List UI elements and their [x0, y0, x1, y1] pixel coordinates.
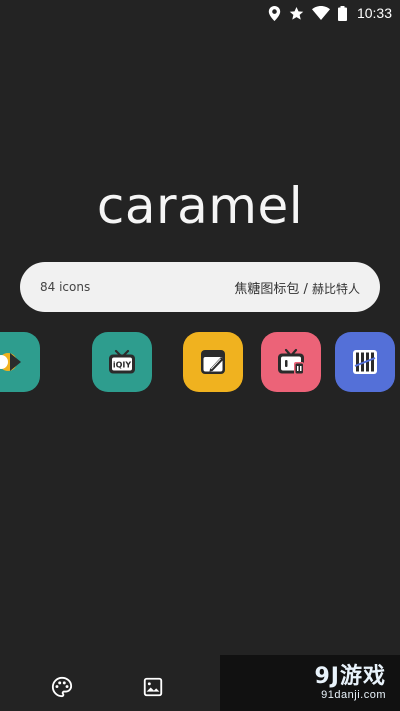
bilibili-tv-icon[interactable]	[261, 332, 321, 392]
iqiyi-tv-icon[interactable]: iQIY	[92, 332, 152, 392]
image-icon[interactable]	[141, 675, 165, 699]
icon-carousel[interactable]: iQIY	[0, 332, 400, 392]
overlap-app-icon[interactable]	[0, 332, 40, 392]
battery-icon	[337, 5, 347, 21]
page-title: caramel	[96, 177, 304, 235]
wifi-icon	[311, 6, 330, 20]
icon-count-label: 84 icons	[40, 280, 91, 294]
watermark-main: 9J游戏	[314, 664, 386, 689]
palette-icon[interactable]	[50, 675, 74, 699]
notes-edit-icon[interactable]	[183, 332, 243, 392]
location-icon	[268, 5, 281, 21]
info-pill[interactable]: 84 icons 焦糖图标包 / 赫比特人	[20, 262, 380, 312]
svg-text:iQIY: iQIY	[113, 361, 132, 370]
bar-chart-app-icon[interactable]	[335, 332, 395, 392]
watermark-sub: 91danji.com	[321, 689, 386, 701]
watermark-logo: 9J游戏 91danji.com	[220, 655, 400, 711]
pack-title: 焦糖图标包 /	[234, 281, 312, 297]
status-time: 10:33	[356, 5, 392, 21]
star-icon	[289, 6, 304, 21]
author-name: 赫比特人	[311, 281, 360, 296]
app-screen: 10:33 caramel 84 icons 焦糖图标包 / 赫比特人 iQIY	[0, 0, 400, 711]
pack-name-label: 焦糖图标包 / 赫比特人	[234, 278, 360, 297]
bottom-nav: 9J游戏 91danji.com	[0, 655, 400, 711]
status-bar: 10:33	[0, 0, 400, 26]
